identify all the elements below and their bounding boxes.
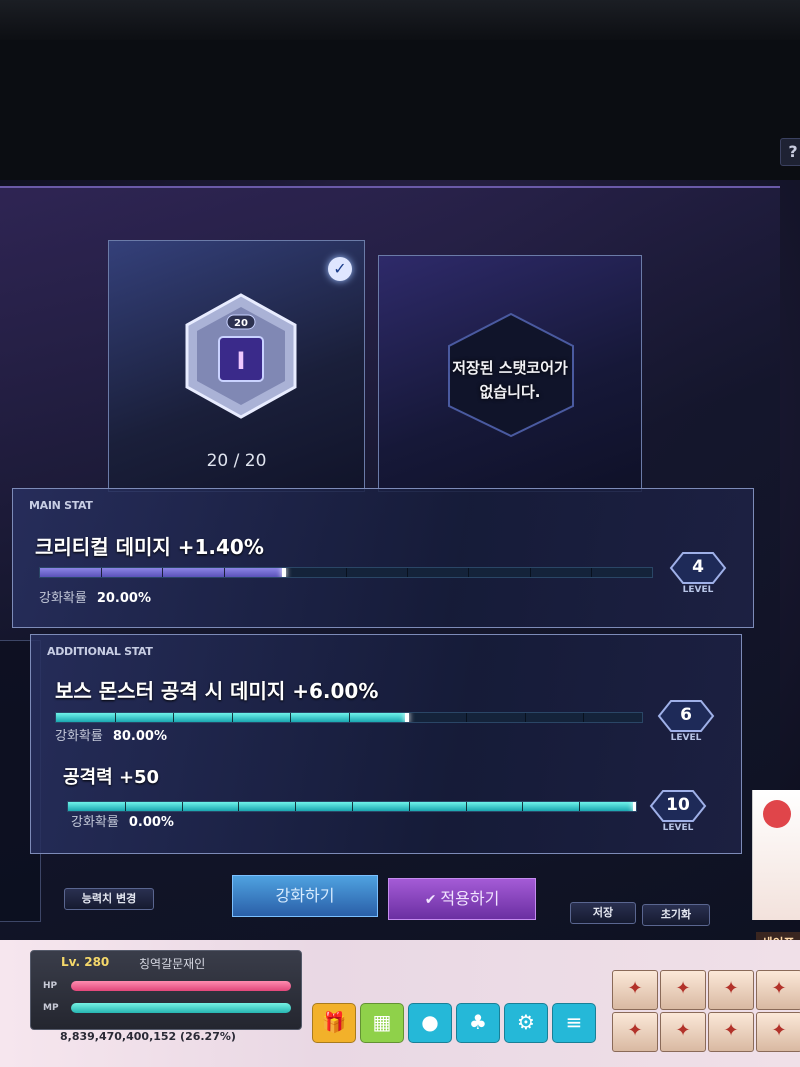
rate-label: 강화확률 [39,591,87,606]
bar-segment-divider [468,568,470,577]
bar-segment-divider [466,713,468,722]
empty-core-message: 저장된 스탯코어가 없습니다. [419,356,601,404]
active-core-slot[interactable]: ✓ I 20 20 / 20 [108,240,365,492]
additional-stat-1-level-badge: 6 LEVEL [657,699,715,751]
quickslot[interactable]: ✦ [708,970,754,1010]
apply-button[interactable]: ✔ 적용하기 [388,878,536,920]
status-panel: Lv. 280 칭역갈문재인 HP MP [30,950,302,1030]
rate-value: 20.00% [96,591,151,606]
level-number: 4 [692,557,704,577]
additional-stat-2-level-badge: 10 LEVEL [649,789,707,841]
bar-segment-divider [349,713,350,722]
quickslot[interactable]: ✦ [756,1012,800,1052]
quickslot[interactable]: ✦ [612,1012,658,1052]
mp-tag: MP [43,1003,59,1013]
bar-segment-divider [162,568,164,577]
quickslot[interactable]: ✦ [660,1012,706,1052]
bar-segment-divider [583,713,585,722]
level-number: 6 [680,705,692,725]
saved-core-slot[interactable]: 저장된 스탯코어가 없습니다. [378,255,642,492]
quickslot-grid: ✦ ✦ ✦ ✦ ✦ ✦ ✦ ✦ [608,968,800,1052]
level-number: 10 [666,795,690,815]
bar-progress-marker [633,802,636,811]
bar-segment-divider [223,568,225,577]
rate-value: 0.00% [128,815,174,830]
monitor-bezel [0,0,800,40]
empty-message-line2: 없습니다. [479,383,541,401]
main-stat-progress-bar [39,567,653,578]
bar-segment-divider [238,802,240,811]
additional-stat-2-name: 공격력 +50 [63,767,160,788]
bar-segment-divider [231,713,233,722]
quickslot[interactable]: ✦ [708,1012,754,1052]
additional-stat-1-progress-bar [55,712,643,723]
main-stat-label: MAIN STAT [29,499,93,512]
calendar-icon[interactable]: ▦ [360,1003,404,1043]
bar-segment-divider [173,713,175,722]
svg-text:I: I [237,347,246,375]
menu-icon[interactable]: ≡ [552,1003,596,1043]
bar-segment-divider [407,568,409,577]
bar-segment-divider [124,802,126,811]
save-button[interactable]: 저장 [570,902,636,924]
check-circle-icon: ✔ [424,892,437,908]
additional-stat-1-rate-row: 강화확률 80.00% [55,725,167,744]
level-word: LEVEL [670,733,702,743]
rate-label: 강화확률 [55,729,103,744]
change-stat-button[interactable]: 능력치 변경 [64,888,154,910]
bar-segment-divider [524,713,526,722]
bar-segment-divider [290,713,292,722]
main-stat-level-badge: 4 LEVEL [669,551,727,603]
additional-stat-2-rate-row: 강화확률 0.00% [71,811,174,830]
quickslot[interactable]: ✦ [660,970,706,1010]
main-stat-section: MAIN STAT 크리티컬 데미지 +1.40% 강화확률 20.00% 4 L… [12,488,754,628]
core-count: 20 / 20 [206,451,267,471]
character-head [763,800,791,828]
enhance-button[interactable]: 강화하기 [232,875,378,917]
apply-button-label: 적용하기 [440,889,500,908]
bar-segment-divider [529,568,531,577]
hp-bar [71,981,291,991]
settings-icon[interactable]: ⚙ [504,1003,548,1043]
bar-segment-divider [408,802,410,811]
quickslot[interactable]: ✦ [612,970,658,1010]
character-name: 칭역갈문재인 [139,957,206,971]
main-stat-name: 크리티컬 데미지 +1.40% [35,535,264,559]
level-word: LEVEL [682,585,714,595]
bar-segment-divider [295,802,297,811]
side-character-art [752,790,800,920]
guild-icon[interactable]: ♣ [456,1003,500,1043]
check-icon: ✓ [328,257,352,281]
rate-value: 80.00% [112,729,167,744]
bar-segment-divider [579,802,581,811]
main-stat-rate-row: 강화확률 20.00% [39,587,151,606]
bar-segment-divider [352,802,353,811]
level-word: LEVEL [662,823,694,833]
bar-segment-divider [522,802,524,811]
bar-segment-divider [101,568,103,577]
gift-icon[interactable]: 🎁 [312,1003,356,1043]
quickslot[interactable]: ✦ [756,970,800,1010]
exp-readout: 8,839,470,400,152 (26.27%) [60,1030,236,1043]
bar-segment-divider [181,802,183,811]
mp-bar [71,1003,291,1013]
reset-button[interactable]: 초기화 [642,904,710,926]
bar-segment-divider [346,568,347,577]
empty-message-line1: 저장된 스탯코어가 [452,359,568,377]
bar-segment-divider [114,713,116,722]
additional-stat-section: ADDITIONAL STAT 보스 몬스터 공격 시 데미지 +6.00% 강… [30,634,742,854]
chat-icon[interactable]: ● [408,1003,452,1043]
hp-tag: HP [43,981,58,991]
additional-stat-label: ADDITIONAL STAT [47,645,153,658]
help-icon[interactable]: ? [780,138,800,166]
bar-segment-divider [590,568,592,577]
core-level-badge: 20 [234,318,248,329]
bar-progress-marker [404,713,409,722]
bar-progress-marker [281,568,286,577]
rate-label: 강화확률 [71,815,119,830]
additional-stat-1-name: 보스 몬스터 공격 시 데미지 +6.00% [55,679,379,703]
bar-segment-divider [465,802,467,811]
core-hexagon-icon: I 20 [185,293,297,419]
player-level: Lv. 280 [61,955,110,969]
